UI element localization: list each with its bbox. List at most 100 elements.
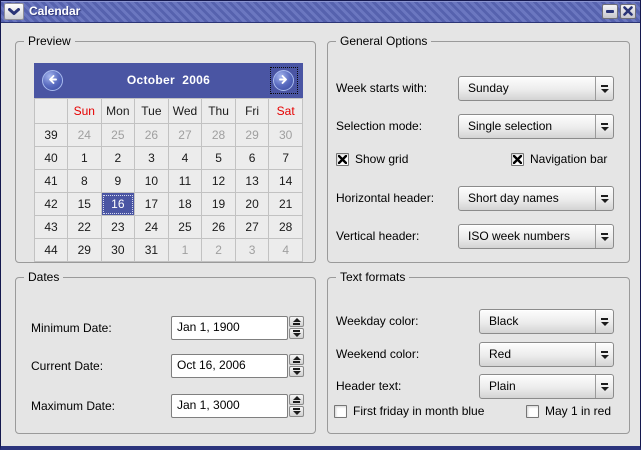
day-cell[interactable]: 7	[269, 147, 303, 170]
chevron-down-icon[interactable]	[595, 187, 613, 210]
day-cell[interactable]: 24	[135, 216, 169, 239]
week-number: 41	[35, 170, 68, 193]
calendar-table[interactable]: SunMonTueWedThuFriSat3924252627282930401…	[34, 98, 303, 262]
day-cell[interactable]: 14	[269, 170, 303, 193]
maximum-date-spinbox[interactable]: Jan 1, 3000	[171, 394, 304, 418]
day-cell[interactable]: 11	[168, 170, 202, 193]
chevron-down-icon[interactable]	[595, 225, 613, 248]
chevron-down-icon[interactable]	[595, 310, 613, 333]
show-grid-checkbox[interactable]	[336, 153, 349, 166]
day-cell[interactable]: 4	[168, 147, 202, 170]
day-cell[interactable]: 12	[202, 170, 236, 193]
day-cell[interactable]: 28	[269, 216, 303, 239]
spin-down-button[interactable]	[289, 328, 304, 339]
titlebar[interactable]: Calendar	[1, 1, 640, 23]
day-cell[interactable]: 18	[168, 193, 202, 216]
day-cell[interactable]: 22	[68, 216, 102, 239]
navigation-bar-label: Navigation bar	[530, 151, 607, 168]
day-cell[interactable]: 4	[269, 239, 303, 262]
week-number: 39	[35, 124, 68, 147]
window-menu-button[interactable]	[4, 3, 24, 20]
selection-mode-combobox[interactable]: Single selection	[458, 114, 614, 139]
day-cell[interactable]: 13	[235, 170, 269, 193]
week-starts-with-combobox[interactable]: Sunday	[458, 76, 614, 101]
day-cell[interactable]: 29	[68, 239, 102, 262]
day-cell[interactable]: 31	[135, 239, 169, 262]
chevron-down-icon[interactable]	[595, 77, 613, 100]
day-cell[interactable]: 10	[135, 170, 169, 193]
day-cell[interactable]: 20	[235, 193, 269, 216]
day-cell[interactable]: 6	[235, 147, 269, 170]
horizontal-header-combobox[interactable]: Short day names	[458, 186, 614, 211]
weekend-color-label: Weekend color:	[336, 342, 419, 367]
day-header: Wed	[168, 99, 202, 124]
day-cell[interactable]: 26	[135, 124, 169, 147]
vertical-header-combobox[interactable]: ISO week numbers	[458, 224, 614, 249]
spin-up-button[interactable]	[289, 354, 304, 365]
may-1-red-label: May 1 in red	[545, 403, 611, 420]
day-cell[interactable]: 15	[68, 193, 102, 216]
day-cell[interactable]: 1	[168, 239, 202, 262]
spin-up-button[interactable]	[289, 316, 304, 327]
header-text-combobox[interactable]: Plain	[479, 374, 614, 399]
week-starts-with-label: Week starts with:	[336, 76, 427, 101]
day-header: Mon	[101, 99, 135, 124]
chevron-down-icon[interactable]	[595, 375, 613, 398]
preview-group-title: Preview	[24, 34, 75, 48]
day-cell-selected[interactable]: 16	[101, 193, 135, 216]
day-cell[interactable]: 28	[202, 124, 236, 147]
may-1-red-checkbox[interactable]	[526, 405, 539, 418]
chevron-down-icon[interactable]	[595, 343, 613, 366]
corner-cell	[35, 99, 68, 124]
day-cell[interactable]: 2	[101, 147, 135, 170]
next-month-button[interactable]	[273, 70, 294, 91]
spin-down-button[interactable]	[289, 406, 304, 417]
day-cell[interactable]: 8	[68, 170, 102, 193]
day-cell[interactable]: 26	[202, 216, 236, 239]
horizontal-header-label: Horizontal header:	[336, 186, 434, 211]
day-cell[interactable]: 21	[269, 193, 303, 216]
minimize-button[interactable]	[602, 4, 618, 19]
day-cell[interactable]: 25	[101, 124, 135, 147]
spin-down-button[interactable]	[289, 366, 304, 377]
day-cell[interactable]: 30	[101, 239, 135, 262]
vertical-header-label: Vertical header:	[336, 224, 419, 249]
header-text-label: Header text:	[336, 374, 401, 399]
close-button[interactable]	[620, 4, 636, 19]
day-cell[interactable]: 24	[68, 124, 102, 147]
day-cell[interactable]: 2	[202, 239, 236, 262]
month-year-title: October 2006	[34, 63, 303, 98]
close-icon	[623, 3, 633, 21]
chevron-down-icon	[8, 3, 20, 21]
day-cell[interactable]: 25	[168, 216, 202, 239]
day-cell[interactable]: 23	[101, 216, 135, 239]
maximum-date-label: Maximum Date:	[31, 394, 115, 418]
day-cell[interactable]: 27	[168, 124, 202, 147]
day-cell[interactable]: 3	[235, 239, 269, 262]
header-text-value: Plain	[489, 375, 516, 398]
minimum-date-spinbox[interactable]: Jan 1, 1900	[171, 316, 304, 340]
weekend-color-combobox[interactable]: Red	[479, 342, 614, 367]
day-cell[interactable]: 5	[202, 147, 236, 170]
first-friday-blue-checkbox[interactable]	[334, 405, 347, 418]
horizontal-header-value: Short day names	[468, 187, 559, 210]
day-cell[interactable]: 9	[101, 170, 135, 193]
day-cell[interactable]: 27	[235, 216, 269, 239]
chevron-down-icon[interactable]	[595, 115, 613, 138]
day-cell[interactable]: 3	[135, 147, 169, 170]
current-date-spinbox[interactable]: Oct 16, 2006	[171, 354, 304, 378]
day-cell[interactable]: 30	[269, 124, 303, 147]
spin-up-button[interactable]	[289, 394, 304, 405]
current-date-label: Current Date:	[31, 354, 103, 378]
selection-mode-label: Selection mode:	[336, 114, 422, 139]
day-cell[interactable]: 17	[135, 193, 169, 216]
week-number: 43	[35, 216, 68, 239]
minimum-date-value: Jan 1, 1900	[177, 316, 240, 338]
day-cell[interactable]: 19	[202, 193, 236, 216]
weekday-color-combobox[interactable]: Black	[479, 309, 614, 334]
weekday-color-label: Weekday color:	[336, 309, 418, 334]
day-cell[interactable]: 1	[68, 147, 102, 170]
current-date-value: Oct 16, 2006	[177, 354, 246, 376]
navigation-bar-checkbox[interactable]	[511, 153, 524, 166]
day-cell[interactable]: 29	[235, 124, 269, 147]
